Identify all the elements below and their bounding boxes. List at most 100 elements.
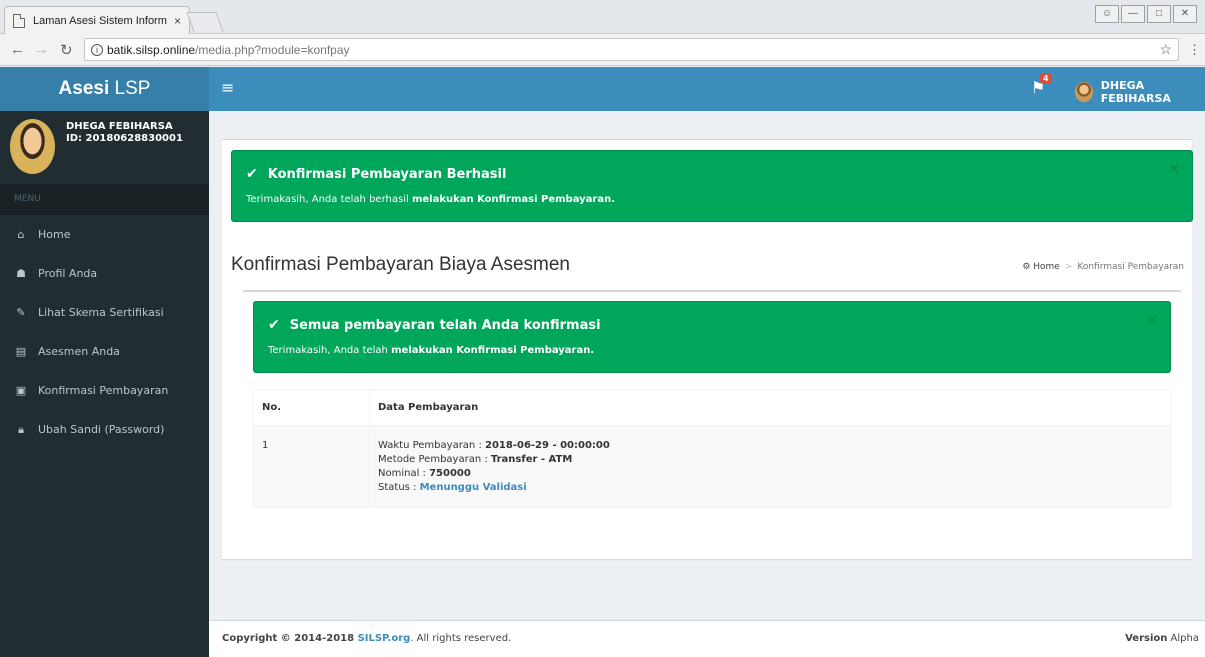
- sidebar-item-label: Ubah Sandi (Password): [38, 423, 165, 436]
- alert-text-plain: Terimakasih, Anda telah: [268, 345, 392, 356]
- waktu-line: Waktu Pembayaran : 2018-06-29 - 00:00:00: [378, 439, 1162, 453]
- alert-heading: ✔ Semua pembayaran telah Anda konfirmasi: [268, 317, 1156, 333]
- window-controls: ☺ — □ ✕: [1095, 5, 1197, 23]
- menu-toggle-icon[interactable]: ≡: [221, 78, 234, 97]
- waktu-value: 2018-06-29 - 00:00:00: [485, 440, 610, 451]
- close-window-icon[interactable]: ✕: [1173, 5, 1197, 23]
- minimize-icon[interactable]: —: [1121, 5, 1145, 23]
- version-label: Version: [1125, 633, 1168, 644]
- avatar: [1075, 82, 1093, 102]
- sidebar-item-label: Konfirmasi Pembayaran: [38, 384, 169, 397]
- info-icon[interactable]: i: [91, 43, 103, 56]
- breadcrumb-separator: >: [1064, 262, 1073, 272]
- bookmark-star-icon[interactable]: ☆: [1159, 41, 1172, 58]
- status-label: Status :: [378, 482, 420, 493]
- success-alert-inner: ✔ Semua pembayaran telah Anda konfirmasi…: [253, 301, 1171, 373]
- browser-menu-icon[interactable]: ⋮: [1188, 42, 1201, 58]
- copyright-suffix: . All rights reserved.: [410, 633, 512, 644]
- status-line: Status : Menunggu Validasi: [378, 481, 1162, 495]
- user-photo: [10, 119, 55, 174]
- sidebar-item-password[interactable]: 🔒︎ Ubah Sandi (Password): [0, 410, 209, 449]
- sidebar-item-label: Asesmen Anda: [38, 345, 120, 358]
- nominal-line: Nominal : 750000: [378, 467, 1162, 481]
- reload-icon[interactable]: ↻: [60, 41, 73, 59]
- footer: Copyright © 2014-2018 SILSP.org. All rig…: [209, 620, 1205, 657]
- column-header-no: No.: [253, 389, 370, 427]
- home-icon: ⌂: [17, 228, 25, 241]
- user-menu[interactable]: DHEGA FEBIHARSA: [1075, 79, 1205, 105]
- version-value: Alpha: [1167, 633, 1199, 644]
- sidebar-item-label: Lihat Skema Sertifikasi: [38, 306, 164, 319]
- sidebar-item-home[interactable]: ⌂ Home: [0, 215, 209, 254]
- nominal-value: 750000: [429, 468, 471, 479]
- sidebar-item-asesmen[interactable]: ▤ Asesmen Anda: [0, 332, 209, 371]
- forward-icon[interactable]: →: [34, 41, 49, 58]
- divider: [243, 290, 1181, 292]
- user-icon: ☗: [16, 267, 26, 280]
- alert-title: Semua pembayaran telah Anda konfirmasi: [289, 317, 601, 333]
- menu-header: MENU: [0, 184, 209, 215]
- url-path: /media.php?module=konfpay: [195, 42, 350, 57]
- file-icon: ▤: [15, 345, 27, 358]
- user-panel: DHEGA FEBIHARSA ID: 20180628830001: [0, 111, 209, 184]
- nominal-label: Nominal :: [378, 468, 430, 479]
- alert-title: Konfirmasi Pembayaran Berhasil: [267, 166, 507, 182]
- browser-tab[interactable]: Laman Asesi Sistem Inform ×: [4, 6, 190, 34]
- top-navbar: ≡ ⚑ 4 DHEGA FEBIHARSA: [209, 67, 1205, 111]
- logo-rest: LSP: [109, 78, 151, 99]
- alert-text: Terimakasih, Anda telah berhasil melakuk…: [246, 194, 1178, 205]
- sidebar-item-label: Home: [38, 228, 71, 241]
- cell-no: 1: [253, 425, 370, 508]
- page-title: Konfirmasi Pembayaran Biaya Asesmen: [231, 254, 570, 275]
- profile-icon[interactable]: ☺: [1095, 5, 1119, 23]
- check-icon: ✔: [246, 166, 258, 182]
- breadcrumb-home[interactable]: Home: [1033, 262, 1060, 272]
- notification-badge: 4: [1040, 73, 1052, 84]
- alert-text-bold: melakukan Konfirmasi Pembayaran.: [391, 345, 595, 356]
- browser-address-bar: ← → ↻ i batik.silsp.online/media.php?mod…: [0, 34, 1205, 66]
- user-panel-info: DHEGA FEBIHARSA ID: 20180628830001: [66, 121, 183, 145]
- check-icon: ✔: [268, 317, 280, 333]
- sidebar-item-konfirmasi[interactable]: ▣ Konfirmasi Pembayaran: [0, 371, 209, 410]
- alert-text-plain: Terimakasih, Anda telah berhasil: [246, 194, 412, 205]
- tab-close-icon[interactable]: ×: [174, 14, 181, 28]
- browser-tabbar: Laman Asesi Sistem Inform × ☺ — □ ✕: [0, 0, 1205, 34]
- table-row: 1 Waktu Pembayaran : 2018-06-29 - 00:00:…: [253, 425, 1171, 508]
- status-value[interactable]: Menunggu Validasi: [420, 482, 527, 493]
- sidebar-item-profil[interactable]: ☗ Profil Anda: [0, 254, 209, 293]
- metode-value: Transfer - ATM: [490, 454, 573, 465]
- back-icon[interactable]: ←: [10, 41, 25, 58]
- tab-title: Laman Asesi Sistem Inform: [33, 14, 167, 27]
- maximize-icon[interactable]: □: [1147, 5, 1171, 23]
- money-icon: ▣: [15, 384, 27, 397]
- alert-close-icon[interactable]: ×: [1168, 161, 1180, 177]
- sidebar-item-skema[interactable]: ✎ Lihat Skema Sertifikasi: [0, 293, 209, 332]
- dashboard-icon: ⚙: [1022, 262, 1031, 272]
- url-input[interactable]: i batik.silsp.online/media.php?module=ko…: [84, 38, 1179, 61]
- breadcrumb: ⚙ Home > Konfirmasi Pembayaran: [1022, 262, 1184, 272]
- column-header-data: Data Pembayaran: [369, 389, 1171, 427]
- cell-data: Waktu Pembayaran : 2018-06-29 - 00:00:00…: [369, 425, 1171, 508]
- document-icon: [13, 13, 25, 28]
- alert-text: Terimakasih, Anda telah melakukan Konfir…: [268, 345, 1156, 356]
- copyright-prefix: Copyright © 2014-2018: [222, 633, 358, 644]
- app-logo[interactable]: Asesi LSP: [0, 67, 209, 111]
- breadcrumb-current: Konfirmasi Pembayaran: [1077, 262, 1184, 272]
- content-wrapper: ✔ Konfirmasi Pembayaran Berhasil Terimak…: [209, 111, 1205, 620]
- user-panel-id: ID: 20180628830001: [66, 133, 183, 144]
- url-host: batik.silsp.online: [107, 42, 196, 57]
- metode-label: Metode Pembayaran :: [378, 454, 491, 465]
- alert-text-bold: melakukan Konfirmasi Pembayaran.: [411, 194, 616, 205]
- footer-brand-link[interactable]: SILSP.org: [358, 633, 411, 644]
- table-header-row: No. Data Pembayaran: [253, 389, 1171, 427]
- alert-close-icon[interactable]: ×: [1146, 312, 1158, 328]
- metode-line: Metode Pembayaran : Transfer - ATM: [378, 453, 1162, 467]
- user-panel-name: DHEGA FEBIHARSA: [66, 121, 173, 132]
- alert-heading: ✔ Konfirmasi Pembayaran Berhasil: [246, 166, 1178, 182]
- notification-flag-icon[interactable]: ⚑ 4: [1031, 73, 1052, 97]
- logo-bold: Asesi: [58, 78, 110, 99]
- new-tab-button[interactable]: [186, 12, 224, 32]
- waktu-label: Waktu Pembayaran :: [378, 440, 485, 451]
- sidebar: DHEGA FEBIHARSA ID: 20180628830001 MENU …: [0, 111, 209, 657]
- edit-icon: ✎: [16, 306, 26, 319]
